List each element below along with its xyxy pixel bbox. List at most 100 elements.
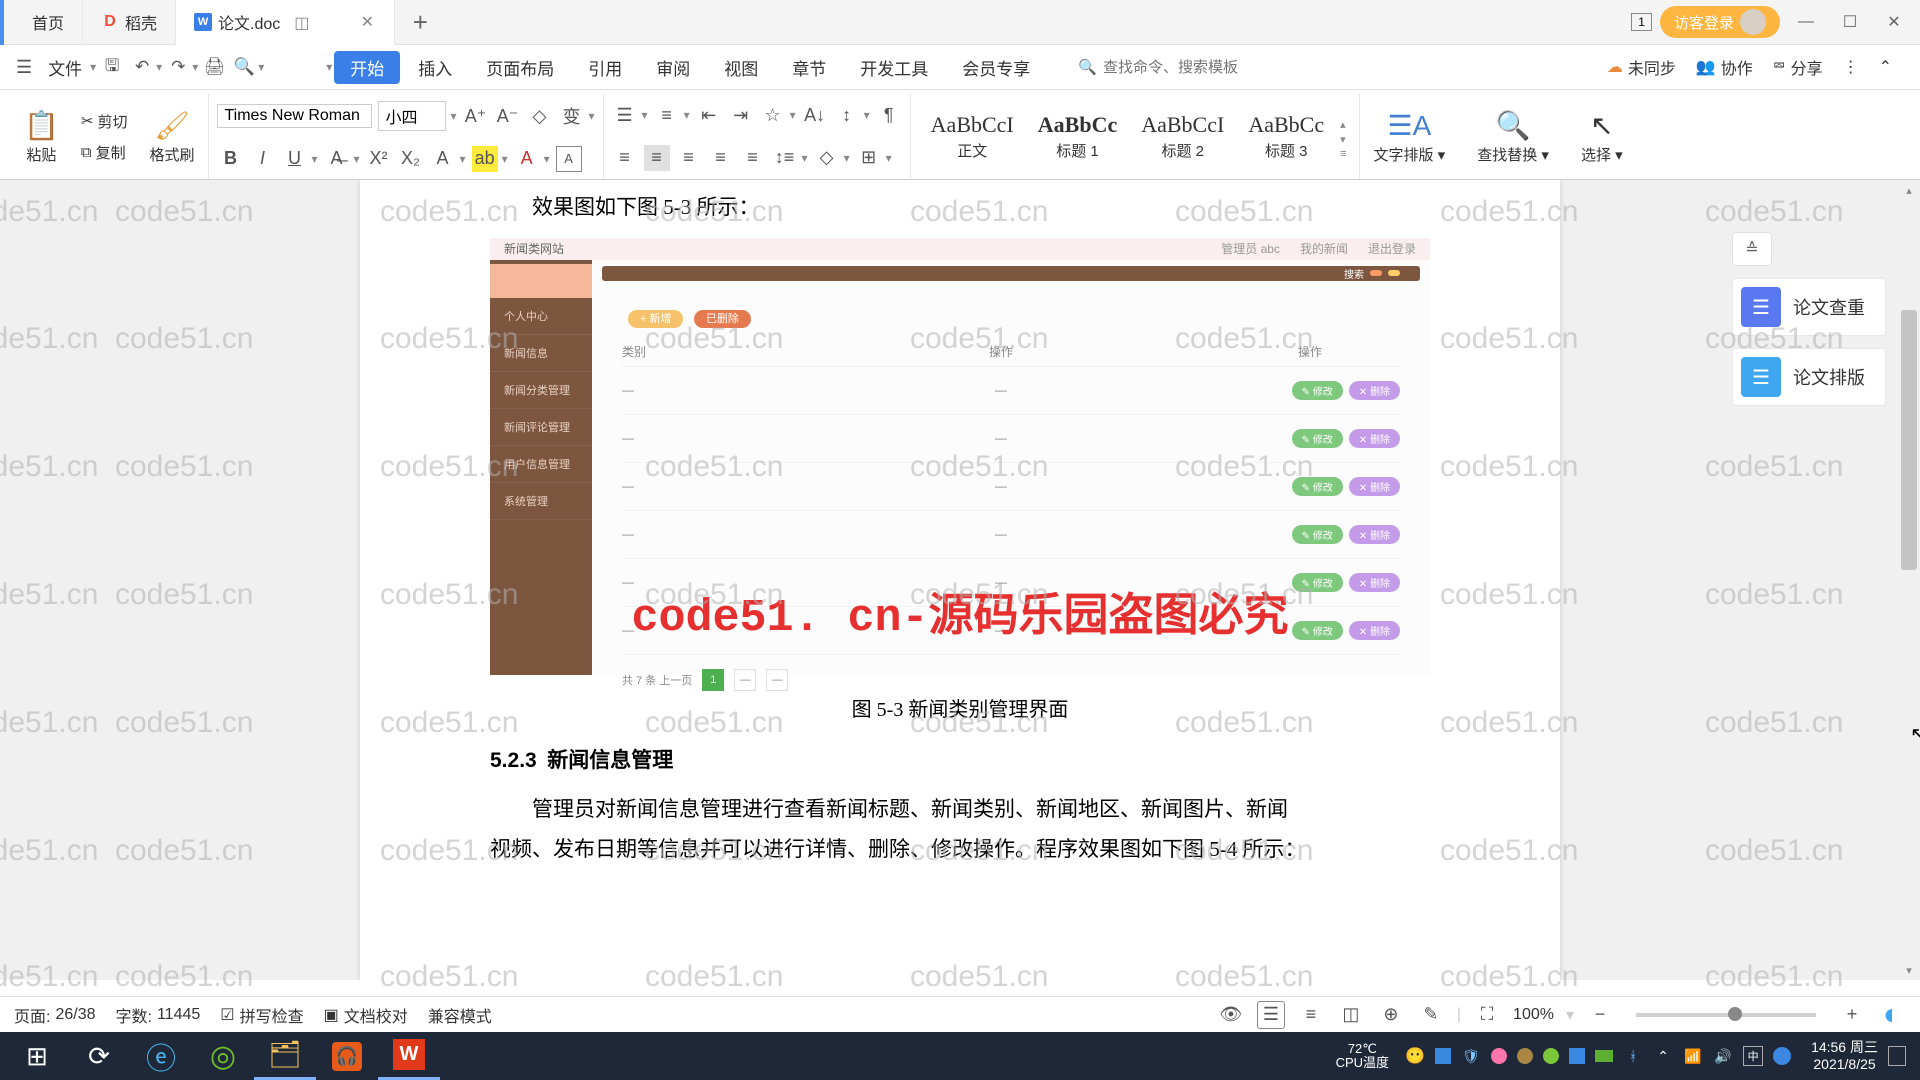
scroll-up-icon[interactable]: ▴ xyxy=(1898,180,1920,200)
text-layout-button[interactable]: ☰A文字排版 ▾ xyxy=(1368,109,1452,165)
task-app1[interactable]: 🎧 xyxy=(316,1032,378,1080)
underline-button[interactable]: U xyxy=(281,146,307,172)
align-center-icon[interactable]: ≡ xyxy=(644,145,670,171)
vertical-text-icon[interactable]: ↕ xyxy=(834,102,860,128)
tray-chevron-up-icon[interactable]: ⌃ xyxy=(1653,1046,1673,1066)
fit-page-icon[interactable]: ⛶ xyxy=(1473,1001,1501,1029)
undo-icon[interactable]: ↶ xyxy=(128,53,156,81)
spell-check-button[interactable]: ☑拼写检查 xyxy=(220,1003,303,1027)
character-border-button[interactable]: A xyxy=(556,146,582,172)
highlight-button[interactable]: ab xyxy=(472,146,498,172)
menu-tab-dev[interactable]: 开发工具 xyxy=(844,51,944,84)
select-button[interactable]: ↖选择 ▾ xyxy=(1575,109,1629,165)
share-button[interactable]: ⮹分享 xyxy=(1773,55,1823,79)
outline-view-icon[interactable]: ≡ xyxy=(1297,1001,1325,1029)
paper-layout-button[interactable]: ☰ 论文排版 xyxy=(1732,348,1886,406)
italic-button[interactable]: I xyxy=(249,146,275,172)
menu-tab-vip[interactable]: 会员专享 xyxy=(946,51,1046,84)
tab-document[interactable]: W 论文.doc ◫ ✕ xyxy=(176,0,395,45)
subscript-button[interactable]: X₂ xyxy=(398,146,424,172)
zoom-level[interactable]: 100% xyxy=(1513,1006,1554,1024)
distribute-icon[interactable]: ≡ xyxy=(740,145,766,171)
print-preview-icon[interactable]: 🔍 xyxy=(230,53,258,81)
new-tab-button[interactable]: + xyxy=(395,0,445,45)
clear-format-icon[interactable]: ◇ xyxy=(527,103,553,129)
borders-icon[interactable]: ⊞ xyxy=(856,145,882,171)
find-replace-button[interactable]: 🔍查找替换 ▾ xyxy=(1471,109,1555,165)
shading-icon[interactable]: ◇ xyxy=(814,145,840,171)
file-menu[interactable]: 文件 xyxy=(40,55,90,80)
clock[interactable]: 14:56 周三 2021/8/25 xyxy=(1811,1039,1878,1074)
more-icon[interactable]: ⋮ xyxy=(1843,57,1859,77)
menu-tab-start[interactable]: 开始 xyxy=(334,51,400,84)
style-normal[interactable]: AaBbCcI正文 xyxy=(919,110,1026,163)
minimize-button[interactable]: — xyxy=(1788,6,1824,38)
style-heading1[interactable]: AaBbCc标题 1 xyxy=(1026,110,1129,163)
coop-button[interactable]: 👥协作 xyxy=(1696,55,1753,79)
search-input[interactable] xyxy=(1103,59,1303,76)
page-view-icon[interactable]: ☰ xyxy=(1257,1001,1285,1029)
zoom-out-button[interactable]: − xyxy=(1586,1001,1614,1029)
task-explorer[interactable]: 🗂 xyxy=(254,1032,316,1080)
bold-button[interactable]: B xyxy=(217,146,243,172)
close-icon[interactable]: ✕ xyxy=(358,13,376,31)
start-button[interactable]: ⊞ xyxy=(6,1032,68,1080)
align-left-icon[interactable]: ≡ xyxy=(612,145,638,171)
font-selector[interactable]: Times New Roman xyxy=(217,104,372,128)
phonetic-icon[interactable]: 变 xyxy=(559,103,585,129)
maximize-button[interactable]: ☐ xyxy=(1832,6,1868,38)
menu-tab-reference[interactable]: 引用 xyxy=(572,51,638,84)
zoom-slider-handle[interactable] xyxy=(1728,1007,1742,1021)
cut-button[interactable]: ✂剪切 xyxy=(77,109,132,134)
ime-icon[interactable]: 中 xyxy=(1743,1046,1763,1066)
menu-tab-review[interactable]: 审阅 xyxy=(640,51,706,84)
font-size-selector[interactable]: 小四 xyxy=(378,101,446,131)
tray-icon[interactable] xyxy=(1491,1048,1507,1064)
copy-button[interactable]: ⧉复制 xyxy=(77,140,132,165)
strikethrough-button[interactable]: A̶ xyxy=(324,146,350,172)
styles-up-icon[interactable]: ▴ xyxy=(1340,118,1346,131)
tab-daoke[interactable]: D 稻壳 xyxy=(83,0,176,45)
decrease-font-icon[interactable]: A⁻ xyxy=(495,103,521,129)
zoom-in-button[interactable]: + xyxy=(1838,1001,1866,1029)
collapse-ribbon-icon[interactable]: ⌃ xyxy=(1879,57,1892,77)
superscript-button[interactable]: X² xyxy=(366,146,392,172)
styles-gallery[interactable]: AaBbCcI正文 AaBbCc标题 1 AaBbCcI标题 2 AaBbCc标… xyxy=(919,110,1351,163)
task-ie[interactable]: ⓔ xyxy=(130,1032,192,1080)
show-marks-icon[interactable]: ¶ xyxy=(876,102,902,128)
scrollbar-thumb[interactable] xyxy=(1901,310,1917,570)
tray-icon[interactable] xyxy=(1569,1048,1585,1064)
increase-indent-icon[interactable]: ⇥ xyxy=(728,102,754,128)
text-effect-button[interactable]: A xyxy=(430,146,456,172)
command-search[interactable]: 🔍 xyxy=(1078,58,1303,76)
increase-font-icon[interactable]: A⁺ xyxy=(463,103,489,129)
styles-down-icon[interactable]: ▾ xyxy=(1340,133,1346,146)
expand-pane-button[interactable]: ≙ xyxy=(1732,232,1772,266)
styles-expand-icon[interactable]: ≡ xyxy=(1340,148,1346,160)
bullet-list-icon[interactable]: ☰ xyxy=(612,102,638,128)
web-view-icon[interactable]: ⊕ xyxy=(1377,1001,1405,1029)
scroll-down-icon[interactable]: ▾ xyxy=(1898,960,1920,980)
menu-tab-insert[interactable]: 插入 xyxy=(402,51,468,84)
tray-icon[interactable] xyxy=(1543,1048,1559,1064)
hamburger-icon[interactable]: ☰ xyxy=(10,57,38,78)
style-heading2[interactable]: AaBbCcI标题 2 xyxy=(1129,110,1236,163)
task-360[interactable]: ◎ xyxy=(192,1032,254,1080)
window-id[interactable]: 1 xyxy=(1631,13,1652,31)
line-spacing-icon[interactable]: ↕≡ xyxy=(772,145,798,171)
word-count[interactable]: 字数: 11445 xyxy=(116,1003,201,1027)
tray-shield-icon[interactable]: 🛡 xyxy=(1461,1046,1481,1066)
paste-button[interactable]: 📋粘贴 xyxy=(18,109,65,165)
font-color-button[interactable]: A xyxy=(514,146,540,172)
annotate-icon[interactable]: ✎ xyxy=(1417,1001,1445,1029)
zoom-slider[interactable] xyxy=(1636,1013,1816,1017)
vertical-scrollbar[interactable]: ▴ ▾ xyxy=(1898,180,1920,980)
eye-icon[interactable]: 👁 xyxy=(1217,1001,1245,1029)
notifications-icon[interactable] xyxy=(1888,1046,1906,1066)
align-justify-icon[interactable]: ≡ xyxy=(708,145,734,171)
page-status[interactable]: 页面: 26/38 xyxy=(14,1003,96,1027)
guest-login-button[interactable]: 访客登录 xyxy=(1660,6,1780,38)
asian-layout-icon[interactable]: ☆ xyxy=(760,102,786,128)
tray-icon[interactable]: 😶 xyxy=(1405,1046,1425,1066)
tray-icon[interactable] xyxy=(1517,1048,1533,1064)
